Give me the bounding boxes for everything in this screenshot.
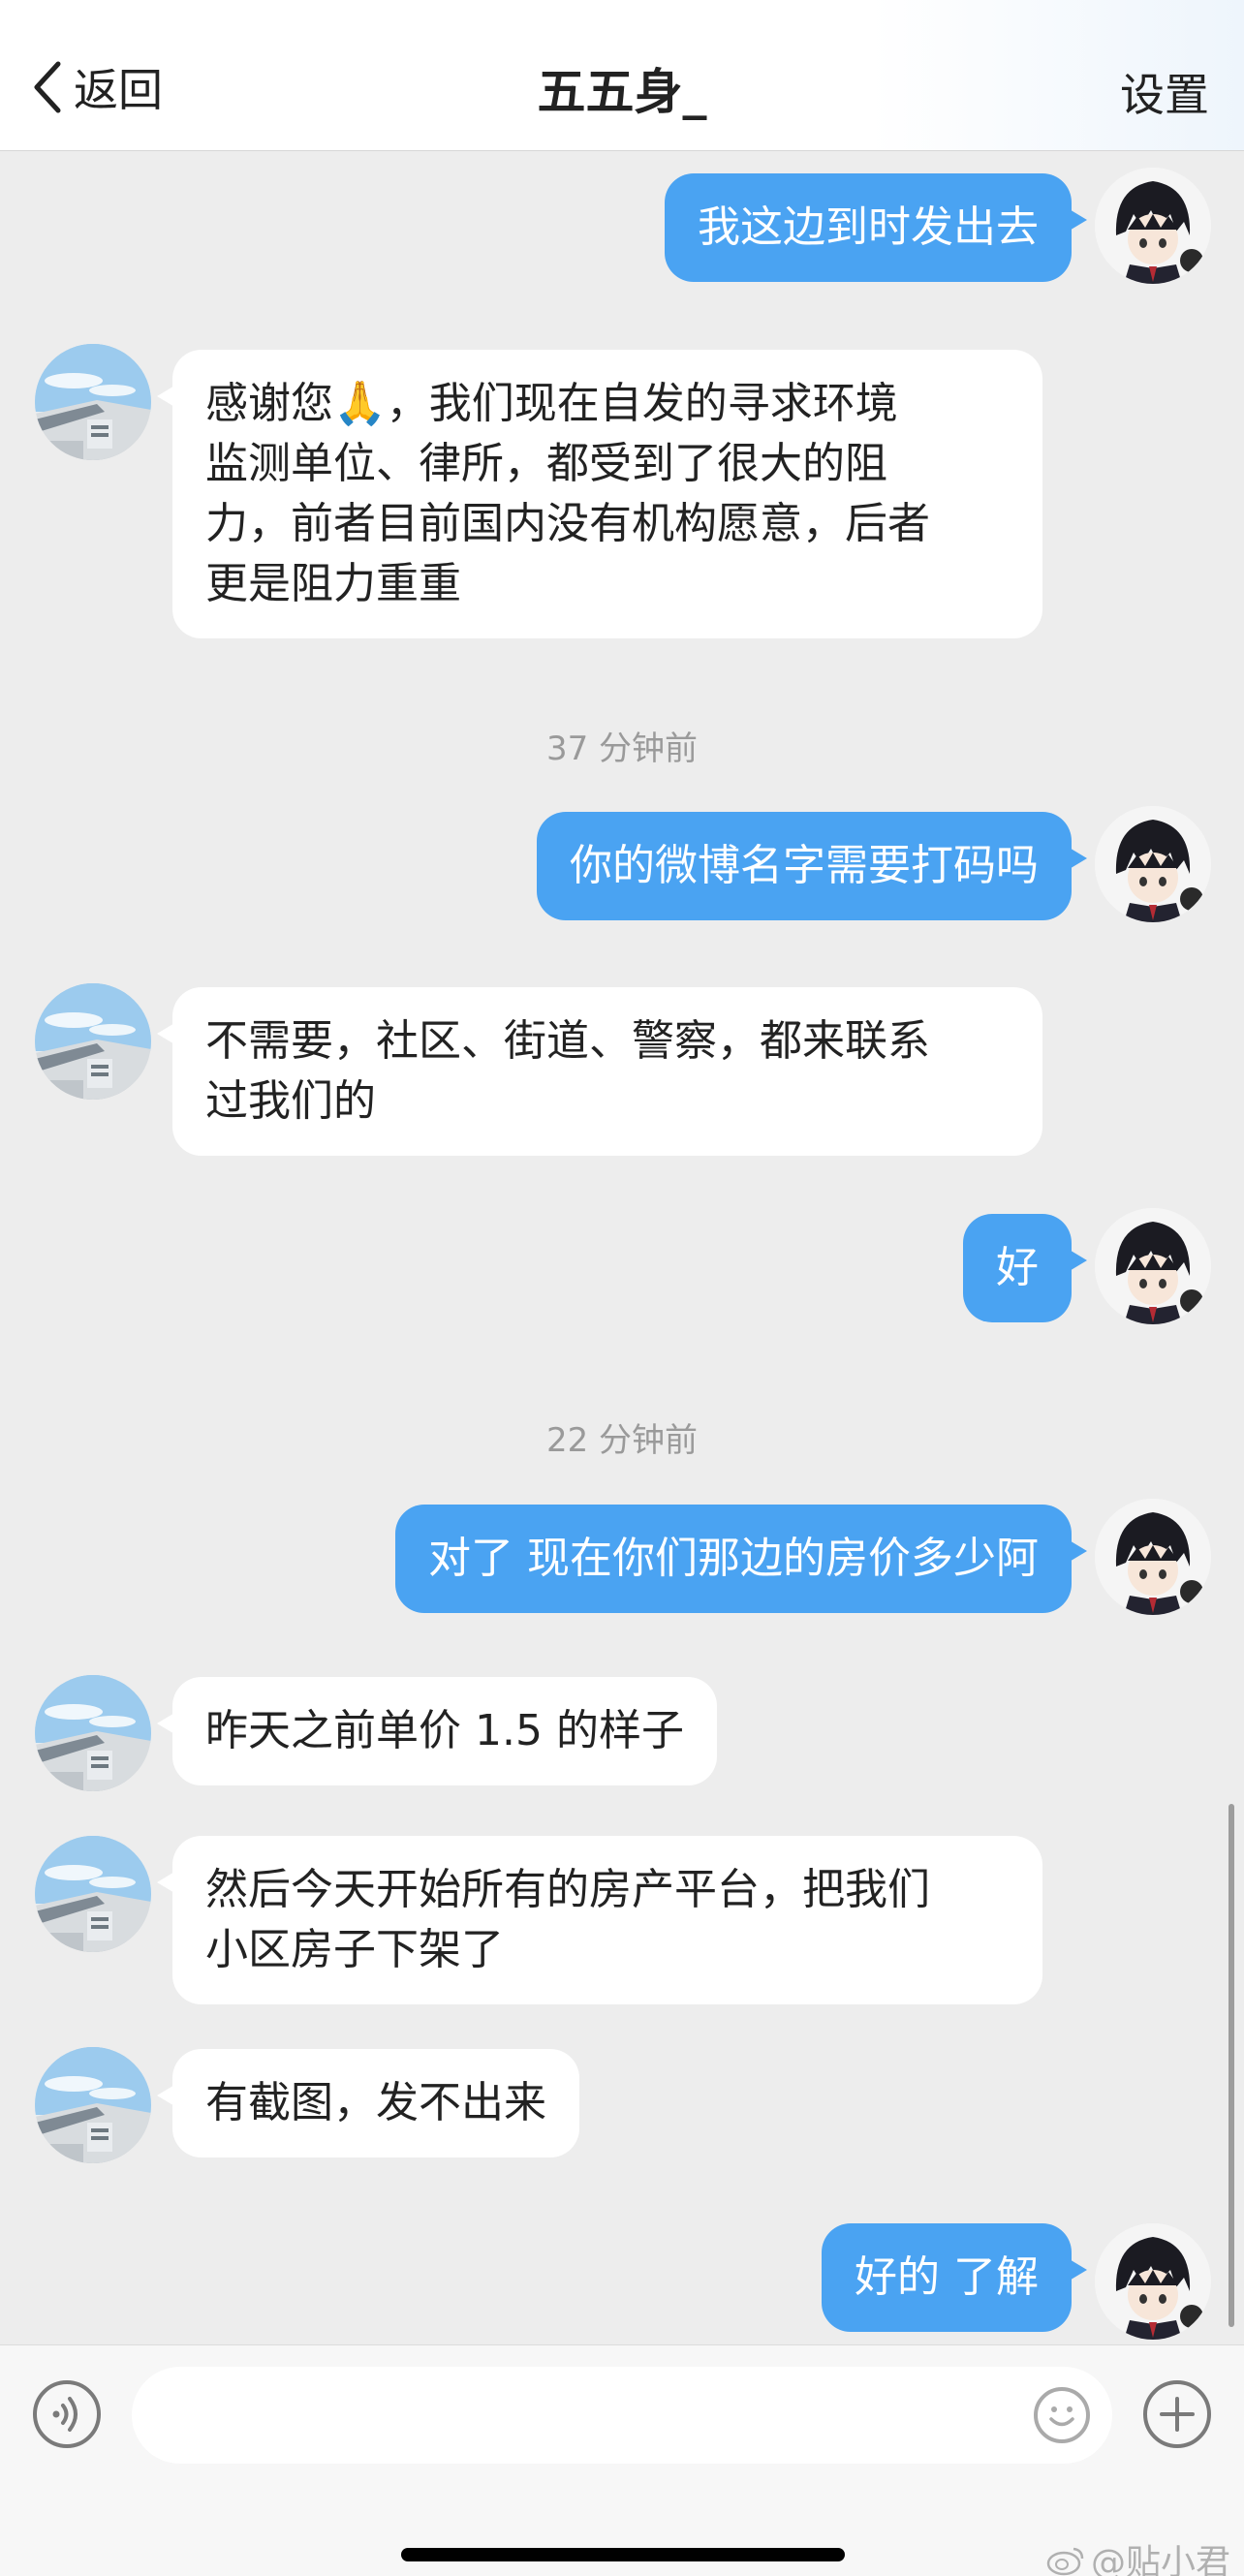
plus-icon: [1160, 2397, 1195, 2432]
weibo-icon: [1046, 2547, 1084, 2576]
message-bubble-sent[interactable]: 好的 了解: [822, 2223, 1087, 2332]
message-timestamp: 37 分钟前: [545, 729, 699, 768]
my-avatar[interactable]: [1095, 1499, 1211, 1615]
message-text-line: 小区房子下架了: [205, 1925, 504, 1974]
message-bubble-received[interactable]: 有截图，发不出来: [157, 2049, 579, 2157]
message-text-line: 监测单位、律所，都受到了很大的阻: [205, 439, 887, 488]
emoji-icon: [1049, 2406, 1074, 2427]
my-avatar[interactable]: [1095, 1208, 1211, 1324]
settings-button[interactable]: 设置: [1120, 60, 1209, 124]
input-bar: @贴小君: [0, 2344, 1244, 2576]
message-bubble-sent[interactable]: 我这边到时发出去: [665, 173, 1087, 282]
home-indicator[interactable]: [401, 2548, 845, 2561]
message-text: 昨天之前单价 1.5 的样子: [205, 1706, 684, 1755]
plus-button[interactable]: [1143, 2380, 1211, 2448]
message-bubble-received[interactable]: 然后今天开始所有的房产平台，把我们 小区房子下架了: [157, 1836, 1042, 2004]
message-text-line: 然后今天开始所有的房产平台，把我们: [205, 1865, 930, 1914]
nav-header: 返回 五五身_ 设置: [0, 0, 1244, 151]
contact-avatar[interactable]: [35, 983, 151, 1100]
message-text: 好: [996, 1243, 1039, 1292]
my-avatar[interactable]: [1095, 168, 1211, 284]
chat-area[interactable]: 我这边到时发出去 感谢您🙏，我们现在自发的寻求环境 监测单位、律所，都受到了很大…: [0, 152, 1244, 2343]
watermark: @贴小君: [1046, 2534, 1230, 2576]
watermark-text: @贴小君: [1090, 2543, 1230, 2576]
message-bubble-sent[interactable]: 你的微博名字需要打码吗: [537, 812, 1087, 920]
message-text: 我这边到时发出去: [698, 202, 1039, 252]
chat-title: 五五身_: [537, 64, 707, 120]
message-text-line: 不需要，社区、街道、警察，都来联系: [205, 1016, 930, 1066]
my-avatar[interactable]: [1095, 806, 1211, 922]
my-avatar[interactable]: [1095, 2223, 1211, 2340]
message-input[interactable]: [132, 2367, 1112, 2464]
message-text-line: 力，前者目前国内没有机构愿意，后者: [205, 499, 930, 548]
scrollbar[interactable]: [1228, 1804, 1234, 2327]
message-text: 你的微博名字需要打码吗: [570, 841, 1039, 890]
message-text: 好的 了解: [855, 2252, 1039, 2302]
message-text-line: 更是阻力重重: [205, 559, 461, 608]
message-timestamp: 22 分钟前: [545, 1421, 699, 1460]
message-text-line: 过我们的: [205, 1076, 376, 1126]
contact-avatar[interactable]: [35, 344, 151, 460]
message-bubble-received[interactable]: 昨天之前单价 1.5 的样子: [157, 1677, 717, 1785]
message-bubble-received[interactable]: 感谢您🙏，我们现在自发的寻求环境 监测单位、律所，都受到了很大的阻 力，前者目前…: [157, 350, 1042, 638]
contact-avatar[interactable]: [35, 2047, 151, 2163]
message-bubble-sent[interactable]: 对了 现在你们那边的房价多少阿: [395, 1505, 1087, 1613]
voice-button[interactable]: [33, 2380, 101, 2448]
message-bubble-sent[interactable]: 好: [963, 1214, 1087, 1322]
message-bubble-received[interactable]: 不需要，社区、街道、警察，都来联系 过我们的: [157, 987, 1042, 1156]
message-text: 对了 现在你们那边的房价多少阿: [428, 1534, 1039, 1583]
voice-icon: [52, 2397, 78, 2432]
contact-avatar[interactable]: [35, 1836, 151, 1952]
emoji-button[interactable]: [1034, 2387, 1090, 2443]
message-text: 有截图，发不出来: [205, 2078, 546, 2127]
message-text-line: 感谢您🙏，我们现在自发的寻求环境: [205, 379, 898, 428]
contact-avatar[interactable]: [35, 1675, 151, 1791]
